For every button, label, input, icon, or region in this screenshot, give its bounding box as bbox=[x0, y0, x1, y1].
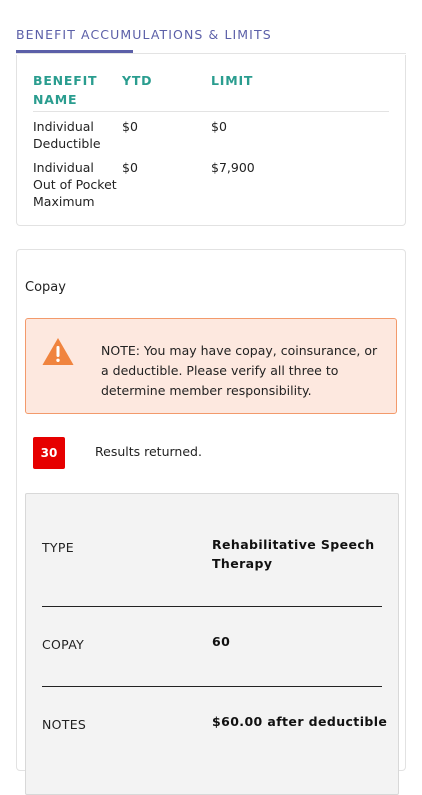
copay-title: Copay bbox=[25, 280, 66, 295]
detail-divider bbox=[42, 606, 382, 607]
copay-card: Copay NOTE: You may have copay, coinsura… bbox=[16, 249, 406, 795]
header-benefit-name: BENEFIT NAME bbox=[33, 73, 98, 107]
type-label: TYPE bbox=[42, 540, 74, 555]
note-text: NOTE: You may have copay, coinsurance, o… bbox=[101, 343, 378, 398]
tab-divider bbox=[16, 53, 406, 54]
copay-value: 60 bbox=[212, 634, 231, 649]
results-count-badge: 30 bbox=[33, 437, 65, 469]
section-tab-bar: BENEFIT ACCUMULATIONS & LIMITS bbox=[0, 0, 422, 54]
notes-label: NOTES bbox=[42, 717, 87, 732]
row-deductible-ytd: $0 bbox=[122, 119, 138, 134]
header-limit: LIMIT bbox=[211, 73, 254, 88]
accumulations-card: BENEFIT NAME YTD LIMIT Individual Deduct… bbox=[16, 55, 406, 226]
copay-label: COPAY bbox=[42, 637, 85, 652]
note-alert: NOTE: You may have copay, coinsurance, o… bbox=[25, 318, 397, 414]
notes-value: $60.00 after deductible bbox=[212, 714, 388, 729]
header-divider bbox=[33, 111, 389, 112]
detail-divider bbox=[42, 686, 382, 687]
row-deductible-name: Individual Deductible bbox=[33, 119, 101, 151]
row-oop-ytd: $0 bbox=[122, 160, 138, 175]
results-returned-text: Results returned. bbox=[95, 444, 202, 459]
tab-benefit-accumulations[interactable]: BENEFIT ACCUMULATIONS & LIMITS bbox=[16, 27, 272, 42]
row-oop-limit: $7,900 bbox=[211, 160, 255, 175]
header-ytd: YTD bbox=[122, 73, 153, 88]
type-value: Rehabilitative Speech Therapy bbox=[212, 537, 375, 571]
row-deductible-limit: $0 bbox=[211, 119, 227, 134]
warning-triangle-icon bbox=[42, 338, 74, 365]
row-oop-name: Individual Out of Pocket Maximum bbox=[33, 160, 117, 209]
